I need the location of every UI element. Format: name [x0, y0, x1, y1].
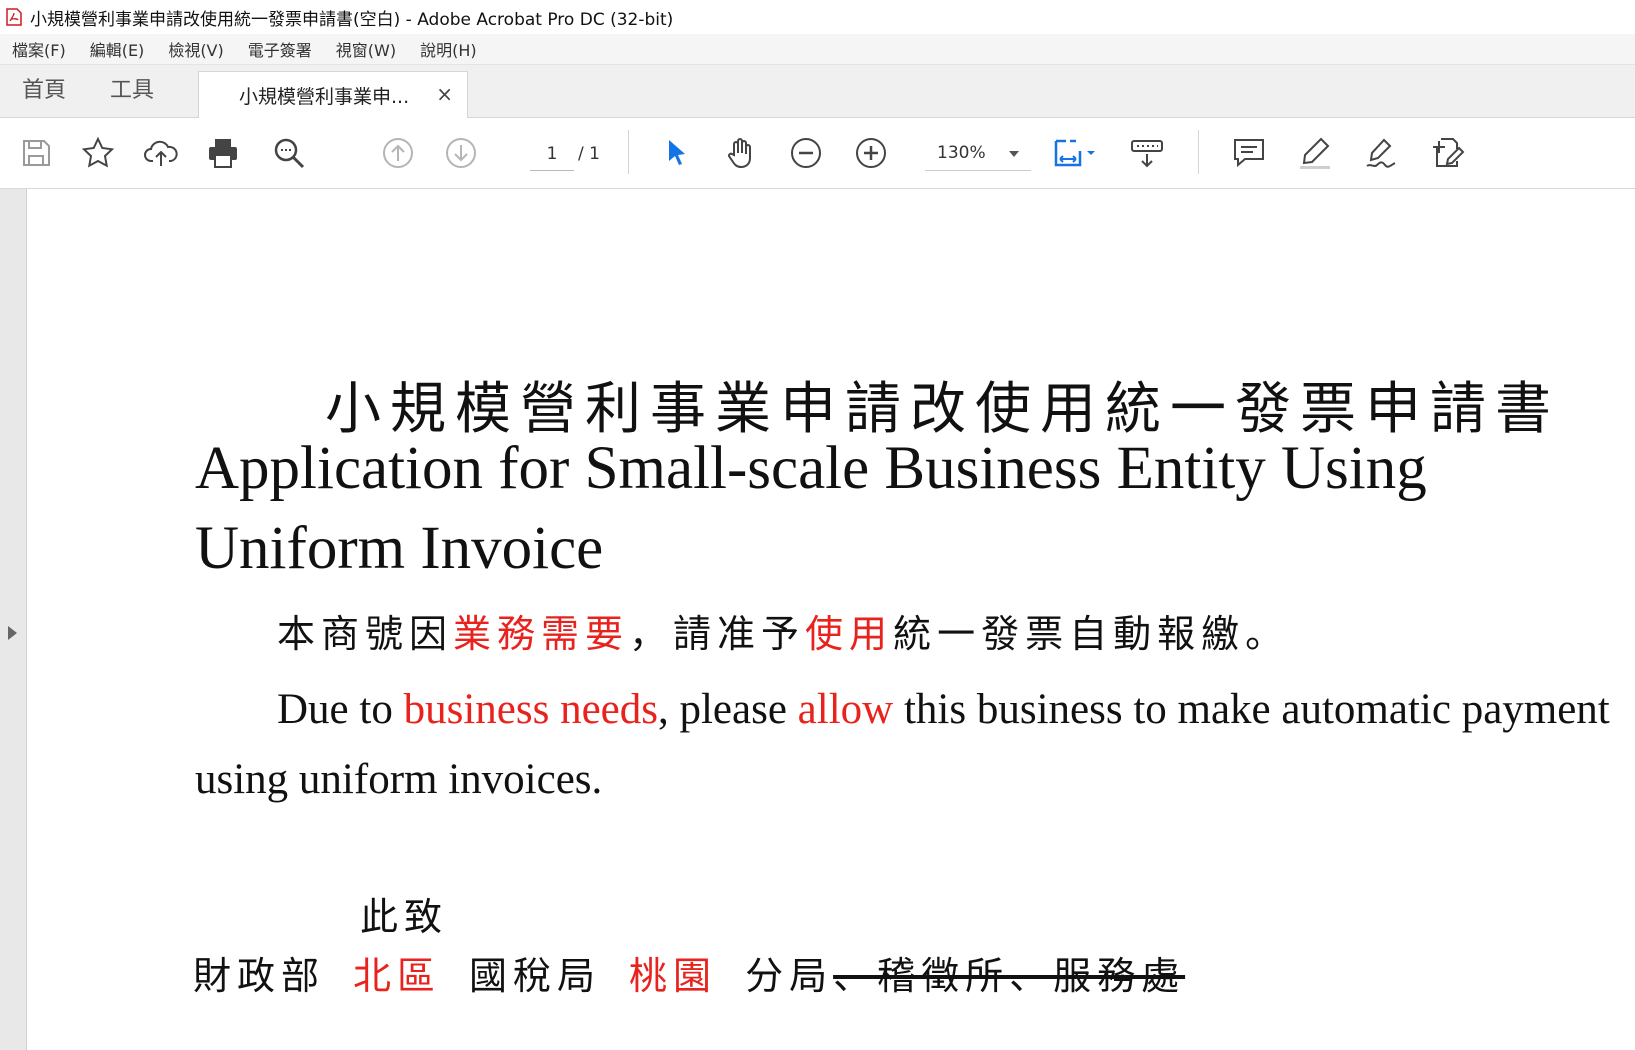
- select-tool-button[interactable]: [655, 132, 697, 174]
- upload-button[interactable]: [140, 132, 182, 174]
- cloud-upload-icon: [144, 140, 178, 166]
- star-icon: [81, 136, 115, 168]
- zoom-in-button[interactable]: [850, 132, 892, 174]
- search-button[interactable]: [268, 132, 310, 174]
- printer-icon: [209, 139, 237, 168]
- para-text: ，請准予: [629, 612, 806, 656]
- para-text: 本商號因: [277, 612, 454, 656]
- page-number-input[interactable]: 1: [530, 138, 574, 171]
- zoom-level-value: 130%: [937, 143, 986, 163]
- para-text: , please: [657, 686, 798, 733]
- scroll-mode-button[interactable]: [1126, 132, 1168, 174]
- ministry: 財政部: [193, 954, 326, 998]
- menu-e-sign[interactable]: 電子簽署: [236, 37, 324, 61]
- region: 北區: [353, 954, 442, 998]
- save-icon: [23, 140, 50, 166]
- acrobat-pdf-icon: [6, 8, 22, 26]
- zoom-out-button[interactable]: [785, 132, 827, 174]
- para-text: Due to: [277, 686, 404, 733]
- search-icon: [274, 138, 305, 169]
- minus-circle-icon: [791, 138, 821, 168]
- navigation-pane-collapsed[interactable]: [0, 189, 27, 1050]
- title-bar: 小規模營利事業申請改使用統一發票申請書(空白) - Adobe Acrobat …: [0, 0, 1635, 34]
- arrow-up-circle-icon: [383, 138, 413, 168]
- para-text: 統一發票自動報繳。: [893, 612, 1290, 656]
- branch-name: 桃園: [629, 954, 718, 998]
- page-fit-button[interactable]: [1045, 132, 1101, 174]
- toolbar-divider: [628, 130, 629, 174]
- menu-edit[interactable]: 編輯(E): [78, 37, 157, 61]
- branch: 分局: [745, 954, 834, 998]
- bookmark-button[interactable]: [77, 132, 119, 174]
- menu-window[interactable]: 視窗(W): [324, 37, 408, 61]
- para-highlight: allow: [797, 686, 894, 733]
- window-title: 小規模營利事業申請改使用統一發票申請書(空白) - Adobe Acrobat …: [30, 9, 674, 30]
- toolbar-divider: [1198, 130, 1199, 174]
- hand-tool-button[interactable]: [720, 132, 762, 174]
- menu-file[interactable]: 檔案(F): [0, 37, 78, 61]
- highlighter-icon: [1300, 137, 1330, 169]
- document-title-en: Application for Small-scale Business Ent…: [195, 435, 1427, 582]
- fit-width-icon: [1054, 139, 1095, 167]
- arrow-down-circle-icon: [446, 138, 476, 168]
- highlight-button[interactable]: [1294, 132, 1336, 174]
- tab-bar: 首頁 工具 小規模營利事業申... ×: [0, 65, 1635, 118]
- bureau: 國稅局: [469, 954, 602, 998]
- comment-icon: [1234, 139, 1264, 168]
- save-button[interactable]: [15, 132, 57, 174]
- menu-help[interactable]: 說明(H): [408, 37, 489, 61]
- plus-circle-icon: [856, 138, 886, 168]
- next-page-button[interactable]: [440, 132, 482, 174]
- tab-document-label: 小規模營利事業申...: [239, 85, 410, 108]
- print-button[interactable]: [202, 132, 244, 174]
- previous-page-button[interactable]: [377, 132, 419, 174]
- edit-document-icon: [1433, 138, 1465, 167]
- zoom-level-dropdown[interactable]: 130%: [925, 136, 1031, 171]
- page-total: / 1: [578, 144, 600, 164]
- menu-bar: 檔案(F) 編輯(E) 檢視(V) 電子簽署 視窗(W) 說明(H): [0, 34, 1635, 65]
- closing-salutation: 此致: [360, 895, 449, 939]
- toolbar: 1 / 1 130%: [0, 118, 1635, 189]
- para-highlight: 業務需要: [453, 612, 630, 656]
- addressee-line: 財政部 北區 國稅局 桃園 分局、稽徵所、服務處: [193, 945, 1185, 1000]
- keyboard-down-icon: [1131, 140, 1163, 168]
- tab-tools[interactable]: 工具: [110, 65, 154, 117]
- edit-pdf-button[interactable]: [1426, 132, 1468, 174]
- struck-office-types: 、稽徵所、服務處: [833, 954, 1186, 998]
- tab-home[interactable]: 首頁: [22, 65, 66, 117]
- para-highlight: business needs: [403, 686, 658, 733]
- para-highlight: 使用: [805, 612, 894, 656]
- request-paragraph-zh: 本商號因業務需要，請准予使用統一發票自動報繳。: [277, 603, 1289, 658]
- cursor-arrow-icon: [669, 140, 685, 165]
- document-view[interactable]: 小規模營利事業申請改使用統一發票申請書 Application for Smal…: [27, 189, 1635, 1050]
- chevron-down-icon: [1009, 151, 1019, 157]
- sign-button[interactable]: [1360, 132, 1402, 174]
- pen-sign-icon: [1366, 138, 1396, 168]
- close-tab-icon[interactable]: ×: [436, 82, 453, 106]
- request-paragraph-en: Due to business needs, please allow this…: [195, 675, 1615, 815]
- tab-document[interactable]: 小規模營利事業申... ×: [198, 71, 468, 118]
- expand-panel-icon[interactable]: [8, 626, 17, 640]
- menu-view[interactable]: 檢視(V): [156, 37, 235, 61]
- comment-button[interactable]: [1228, 132, 1270, 174]
- hand-icon: [728, 138, 751, 169]
